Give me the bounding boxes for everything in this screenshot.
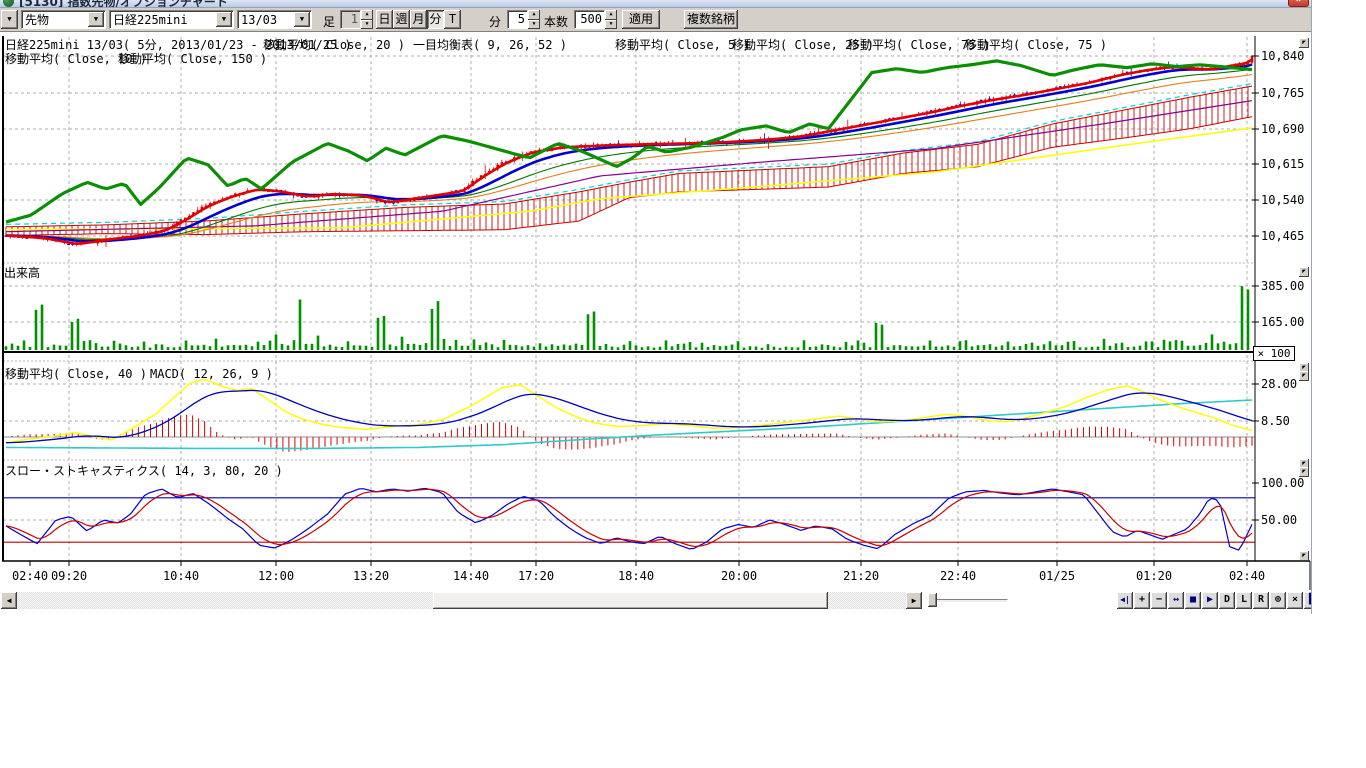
scrollbar-track[interactable]: [17, 592, 433, 609]
scrollbar-track[interactable]: [828, 592, 906, 609]
minute-label: 分: [489, 13, 501, 30]
symbol-select-value: 日経225mini: [110, 11, 215, 28]
apply-button[interactable]: 適用: [622, 10, 660, 29]
spin-down-icon[interactable]: ▼: [528, 20, 540, 30]
spin-down-icon[interactable]: ▼: [605, 20, 617, 30]
zoom-slider-track[interactable]: [928, 599, 1008, 603]
fit-width-button[interactable]: ↔: [1168, 592, 1184, 609]
pane-scroll-icon[interactable]: ◤: [1299, 267, 1309, 277]
contract-select[interactable]: 13/03 ▼: [237, 10, 312, 29]
chevron-down-icon[interactable]: ▼: [88, 12, 104, 27]
main-toolbar: ▼ 先物 ▼ 日経225mini ▼ 13/03 ▼ 足 1 ▲▼ 日 週 月 …: [0, 8, 1311, 32]
chart-canvas[interactable]: [0, 0, 1311, 612]
scrollbar-thumb[interactable]: [433, 592, 828, 609]
magnifier-button[interactable]: ⊕: [1270, 592, 1286, 609]
spinner-buttons[interactable]: ▲▼: [605, 10, 617, 29]
pane-scroll-icon[interactable]: ◤: [1299, 551, 1309, 561]
bar-count-value[interactable]: 500: [574, 10, 605, 29]
spinner-buttons[interactable]: ▲▼: [361, 10, 373, 29]
contract-select-value: 13/03: [238, 13, 293, 27]
scroll-left-icon[interactable]: ◀: [1, 592, 17, 609]
period-minute-button[interactable]: 分: [427, 10, 444, 29]
d-mode-button[interactable]: D: [1219, 592, 1235, 609]
market-select-value: 先物: [22, 11, 87, 28]
chevron-down-icon[interactable]: ▼: [216, 12, 232, 27]
nav-forward-button[interactable]: ▶: [1202, 592, 1218, 609]
chart-window: [5130] 指数先物/オプションチャート × ▼ 先物 ▼ 日経225mini…: [0, 0, 1312, 614]
r-mode-button[interactable]: R: [1253, 592, 1269, 609]
period-day-button[interactable]: 日: [376, 10, 393, 29]
period-week-button[interactable]: 週: [393, 10, 410, 29]
count-label: 本数: [544, 13, 568, 30]
pane-scroll-icon[interactable]: ◤: [1299, 467, 1309, 477]
scroll-right-icon[interactable]: ▶: [906, 592, 922, 609]
pane-scroll-icon[interactable]: ◤: [1299, 38, 1309, 48]
close-chart-button[interactable]: ×: [1287, 592, 1303, 609]
zoom-out-button[interactable]: −: [1151, 592, 1167, 609]
chevron-down-icon[interactable]: ▼: [294, 12, 310, 27]
application-screen: [5130] 指数先物/オプションチャート × ▼ 先物 ▼ 日経225mini…: [0, 0, 1366, 768]
bar-label: 足: [323, 13, 335, 30]
nav-start-button[interactable]: ◀|: [1117, 592, 1133, 609]
volume-multiplier-badge: × 100: [1253, 346, 1295, 361]
minute-stepper[interactable]: 5 ▲▼: [507, 10, 540, 29]
bottom-scroll-bar: ◀ ▶ ◀|+−↔■▶DLR⊕×▌: [0, 592, 1311, 612]
bar-interval-stepper: 1 ▲▼: [340, 10, 373, 29]
zoom-slider-handle[interactable]: [928, 593, 937, 607]
minute-value[interactable]: 5: [507, 10, 528, 29]
clipped-button[interactable]: ▌: [1304, 592, 1311, 609]
period-tick-button[interactable]: T: [444, 10, 461, 29]
pane-scroll-icon[interactable]: ◤: [1299, 371, 1309, 381]
spin-up-icon[interactable]: ▲: [361, 10, 373, 20]
spin-up-icon[interactable]: ▲: [528, 10, 540, 20]
l-mode-button[interactable]: L: [1236, 592, 1252, 609]
zoom-in-button[interactable]: +: [1134, 592, 1150, 609]
spin-up-icon[interactable]: ▲: [605, 10, 617, 20]
spinner-buttons[interactable]: ▲▼: [528, 10, 540, 29]
chart-menu-dropdown[interactable]: ▼: [1, 10, 18, 29]
period-month-button[interactable]: 月: [410, 10, 427, 29]
marker-button[interactable]: ■: [1185, 592, 1201, 609]
bar-interval-value: 1: [340, 10, 361, 29]
multi-symbol-button[interactable]: 複数銘柄: [684, 10, 738, 29]
bar-count-stepper[interactable]: 500 ▲▼: [574, 10, 617, 29]
symbol-select[interactable]: 日経225mini ▼: [109, 10, 234, 29]
spin-down-icon[interactable]: ▼: [361, 20, 373, 30]
market-select[interactable]: 先物 ▼: [21, 10, 106, 29]
